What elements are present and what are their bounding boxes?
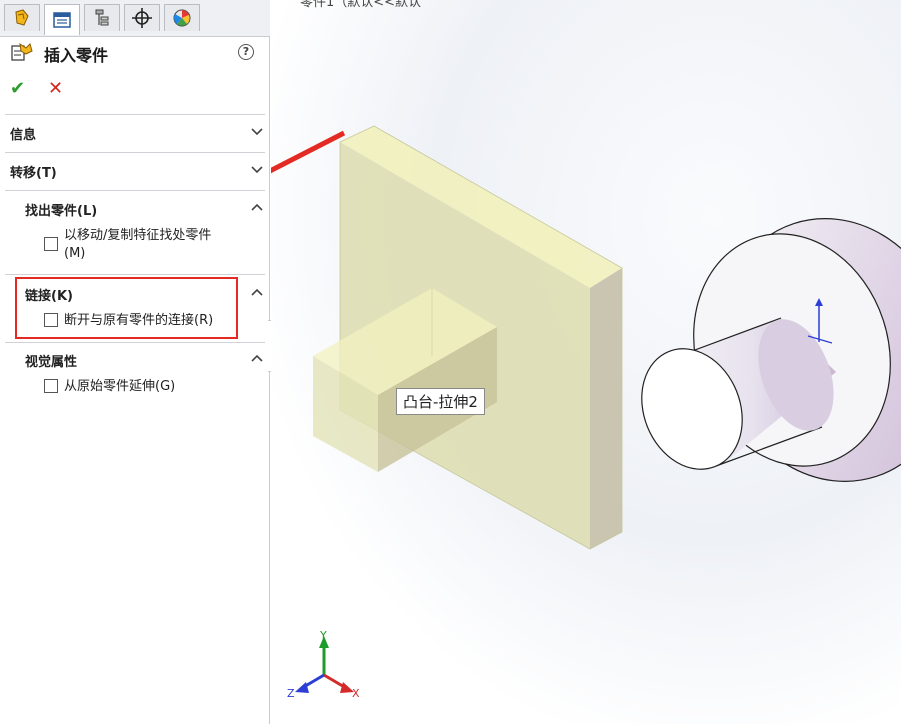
manager-tabs: [0, 0, 270, 37]
locate-move-copy-checkbox[interactable]: [44, 237, 58, 251]
chevron-up-icon[interactable]: [248, 352, 266, 366]
triad-z-label: Z: [287, 687, 295, 700]
section-transfer-header[interactable]: 转移(T): [10, 162, 57, 181]
section-info-header[interactable]: 信息: [10, 124, 36, 143]
model-tree-node[interactable]: 零件1（默认<<默认: [300, 0, 421, 10]
locate-move-copy-label: 以移动/复制特征找处零件: [64, 228, 212, 243]
tab-property-manager[interactable]: [44, 4, 80, 35]
divider: [5, 274, 265, 275]
tab-configuration-manager[interactable]: [84, 4, 120, 31]
display-manager-icon: [173, 9, 191, 27]
propagate-visual-checkbox[interactable]: [44, 379, 58, 393]
chevron-down-icon[interactable]: [248, 163, 266, 177]
feature-title-row: 插入零件 ?: [10, 40, 265, 66]
tab-feature-manager[interactable]: [4, 4, 40, 31]
divider: [5, 152, 265, 153]
triad-x-label: X: [352, 687, 360, 700]
triad-y-label: Y: [320, 629, 327, 642]
dimxpert-icon: [132, 8, 152, 28]
chevron-up-icon[interactable]: [248, 201, 266, 215]
coordinate-triad: [295, 636, 354, 693]
feature-manager-icon: [15, 9, 29, 26]
property-manager-icon: [53, 12, 71, 28]
divider: [5, 342, 265, 343]
chevron-up-icon[interactable]: [248, 286, 266, 300]
divider: [5, 190, 265, 191]
propagate-visual-label: 从原始零件延伸(G): [64, 379, 176, 394]
graphics-viewport[interactable]: Y X Z: [271, 0, 901, 724]
feature-tooltip: 凸台-拉伸2: [396, 388, 485, 415]
configuration-manager-icon: [95, 9, 109, 26]
divider: [5, 114, 265, 115]
help-icon[interactable]: ?: [238, 44, 254, 60]
section-locate-header[interactable]: 找出零件(L): [25, 200, 97, 219]
highlight-box: [15, 277, 238, 339]
cancel-button[interactable]: ✕: [48, 78, 63, 99]
chevron-down-icon[interactable]: [248, 125, 266, 139]
cylinder-part[interactable]: [624, 188, 901, 512]
property-manager-panel: 插入零件 ? ✔ ✕ 信息 转移(T) 找出零件(L) 以移动/复制特征找处零件…: [0, 0, 270, 724]
insert-part-icon: [11, 42, 33, 61]
ok-button[interactable]: ✔: [10, 78, 25, 99]
annotation-arrow: [271, 130, 346, 174]
tab-display-manager[interactable]: [164, 4, 200, 31]
page-title: 插入零件: [44, 46, 109, 65]
locate-move-copy-shortcut: (M): [64, 246, 86, 261]
model-graphics: [271, 125, 901, 693]
section-visual-header[interactable]: 视觉属性: [25, 351, 77, 370]
tab-dimxpert[interactable]: [124, 4, 160, 31]
